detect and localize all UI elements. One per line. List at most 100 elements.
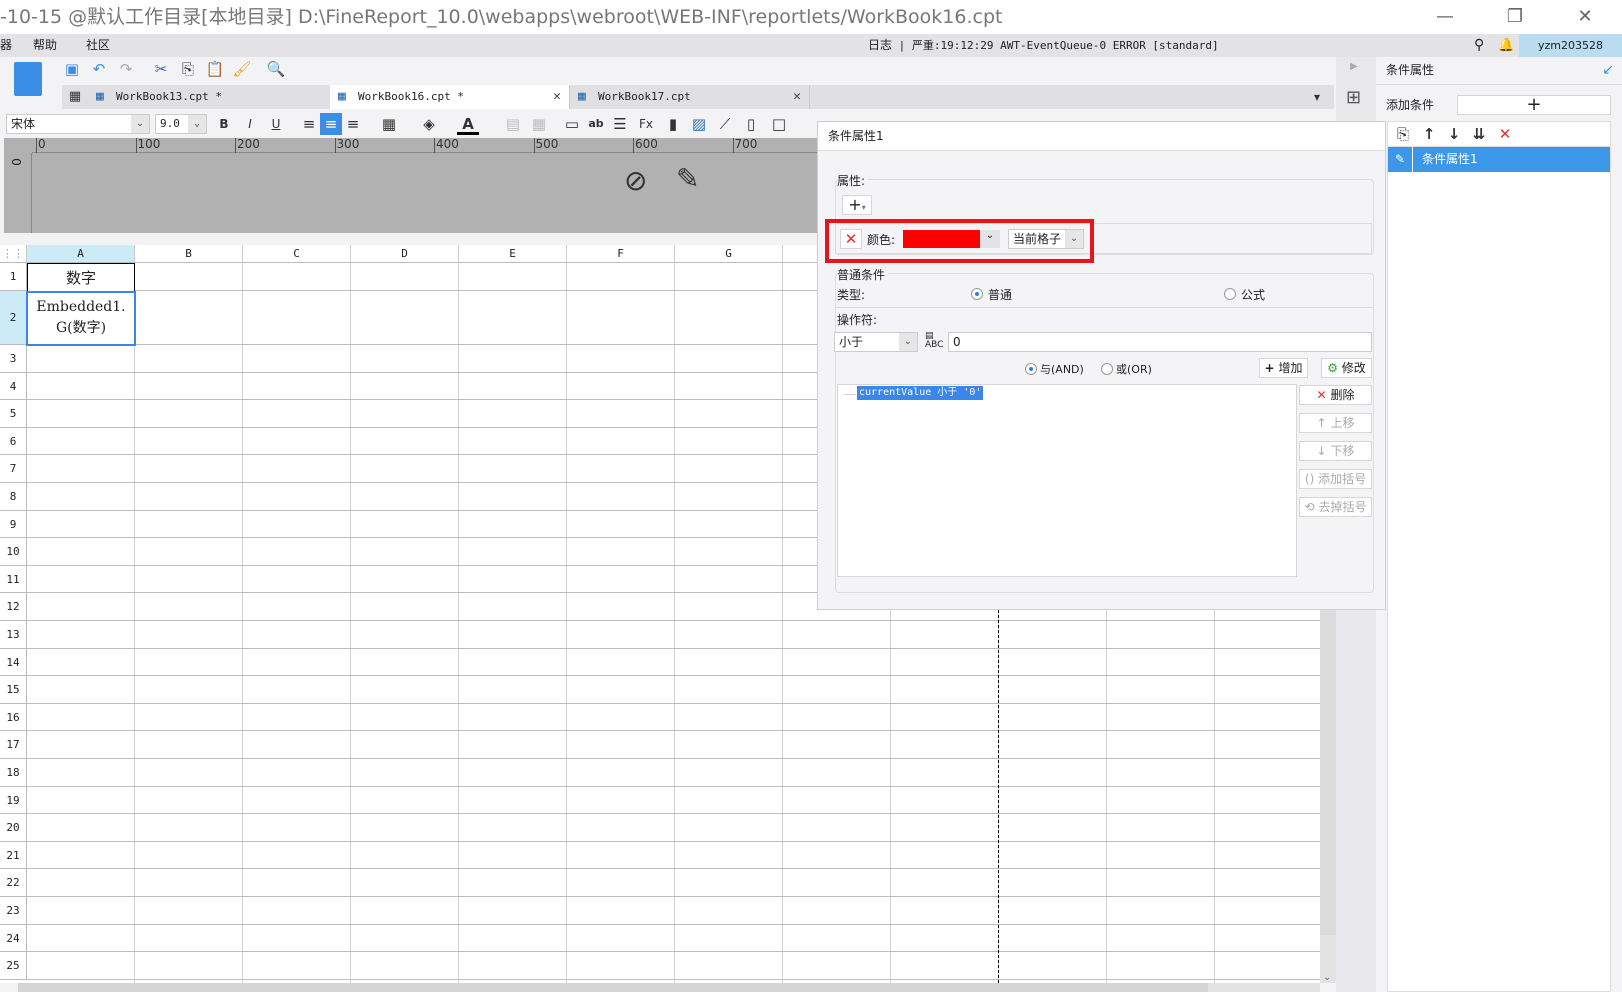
rich-text-icon[interactable]: ☰ [609, 113, 631, 135]
row-header-18[interactable]: 18 [0, 759, 27, 787]
minimize-button[interactable]: — [1422, 0, 1468, 34]
cell-a2[interactable]: Embedded1. G(数字) [26, 291, 136, 346]
close-button[interactable]: ✕ [1562, 0, 1608, 34]
add-attribute-button[interactable]: +▾ [842, 195, 872, 215]
column-header-C[interactable]: C [243, 245, 351, 263]
logic-radio-or[interactable] [1101, 363, 1113, 375]
modify-condition-button[interactable]: ⚙ 修改 [1321, 358, 1372, 378]
column-header-E[interactable]: E [459, 245, 567, 263]
cell-attributes-icon[interactable]: ⊞ [1346, 87, 1361, 108]
font-family-select[interactable]: 宋体 ⌄ [6, 114, 150, 134]
row-header-11[interactable]: 11 [0, 565, 27, 594]
subreport-icon[interactable]: ▯ [740, 113, 762, 135]
image-icon[interactable]: ▨ [688, 113, 710, 135]
select-all-corner[interactable]: ⋮⋮ [0, 245, 27, 263]
text-cell-icon[interactable]: ▭ [561, 113, 583, 135]
row-header-2[interactable]: 2 [0, 291, 27, 345]
column-header-D[interactable]: D [351, 245, 459, 263]
template-preview-icon[interactable] [14, 62, 42, 96]
row-header-22[interactable]: 22 [0, 869, 27, 897]
copy-icon[interactable]: ⎘ [1392, 123, 1414, 145]
chart-icon[interactable]: ▮ [662, 113, 684, 135]
type-radio-normal[interactable] [971, 288, 983, 300]
move-up-button[interactable]: ↑ 上移 [1299, 413, 1372, 433]
column-header-F[interactable]: F [567, 245, 675, 263]
menu-item-community[interactable]: 社区 [86, 34, 110, 57]
tab-workbook16[interactable]: ▦ WorkBook16.cpt * ✕ [330, 85, 570, 109]
row-header-16[interactable]: 16 [0, 703, 27, 732]
merge-cells-icon[interactable]: ▤ [502, 113, 524, 135]
delete-icon[interactable]: ✕ [1494, 123, 1516, 145]
horizontal-scrollbar[interactable] [18, 983, 1320, 992]
align-right-icon[interactable]: ≡ [342, 113, 364, 135]
row-header-10[interactable]: 10 [0, 538, 27, 566]
move-down-icon[interactable]: ↓ [1443, 123, 1465, 145]
save-icon[interactable]: ▣ [61, 58, 83, 80]
cell-a1[interactable]: 数字 [27, 263, 135, 292]
row-header-4[interactable]: 4 [0, 372, 27, 401]
restore-button[interactable]: ❐ [1492, 0, 1538, 34]
move-down-button[interactable]: ↓ 下移 [1299, 441, 1372, 461]
align-center-icon[interactable]: ≡ [320, 113, 342, 135]
formula-icon[interactable]: Fx [635, 113, 657, 135]
row-header-5[interactable]: 5 [0, 400, 27, 428]
apply-checkmark-icon[interactable]: ↙ [1602, 57, 1614, 83]
column-header-G[interactable]: G [675, 245, 783, 263]
expand-arrow-icon[interactable]: ▶ [1350, 61, 1358, 72]
color-swatch[interactable] [903, 230, 980, 248]
font-color-icon[interactable]: A [457, 113, 479, 135]
eye-hidden-icon[interactable]: ⊘ [624, 164, 647, 197]
fill-color-icon[interactable]: ◈ [418, 113, 440, 135]
row-header-24[interactable]: 24 [0, 924, 27, 953]
column-header-B[interactable]: B [135, 245, 243, 263]
bold-icon[interactable]: B [213, 113, 235, 135]
close-tab-icon[interactable]: ✕ [793, 85, 801, 109]
row-header-1[interactable]: 1 [0, 263, 27, 291]
row-header-12[interactable]: 12 [0, 593, 27, 621]
preview-icon[interactable]: 🔍 [265, 58, 287, 80]
type-radio-formula[interactable] [1224, 288, 1236, 300]
undo-icon[interactable]: ↶ [88, 58, 110, 80]
menu-item-server[interactable]: 器 [0, 34, 12, 57]
unmerge-cells-icon[interactable]: ▦ [528, 113, 550, 135]
border-icon[interactable]: ▦ [378, 113, 400, 135]
row-header-8[interactable]: 8 [0, 483, 27, 511]
scope-select[interactable]: 当前格子 ⌄ [1008, 229, 1084, 249]
value-input[interactable]: 0 [948, 332, 1372, 352]
italic-icon[interactable]: I [239, 113, 261, 135]
align-left-icon[interactable]: ≡ [298, 113, 320, 135]
tab-menu-icon[interactable]: ▾ [1306, 86, 1328, 108]
format-painter-icon[interactable]: 🖌 [231, 58, 253, 80]
redo-icon[interactable]: ↷ [115, 58, 137, 80]
delete-condition-button[interactable]: ✕ 删除 [1299, 385, 1372, 405]
remove-parentheses-button[interactable]: ⟲ 去掉括号 [1299, 497, 1372, 517]
row-header-15[interactable]: 15 [0, 676, 27, 704]
user-account[interactable]: yzm203528 [1519, 34, 1622, 57]
cell-element-icon[interactable]: □ [768, 113, 790, 135]
column-header-A[interactable]: A [27, 245, 135, 263]
insert-text-icon[interactable]: ab [585, 113, 607, 135]
slash-icon[interactable]: ⟋ [714, 113, 736, 135]
new-tab-icon[interactable]: ▦ [64, 86, 86, 108]
chevron-down-icon[interactable]: ⌄ [1323, 972, 1331, 983]
bell-icon[interactable]: 🔔 [1498, 34, 1514, 57]
operator-select[interactable]: 小于 ⌄ [834, 332, 918, 352]
menu-item-help[interactable]: 帮助 [33, 34, 57, 57]
row-header-23[interactable]: 23 [0, 897, 27, 925]
row-header-17[interactable]: 17 [0, 731, 27, 759]
logic-radio-and[interactable] [1025, 363, 1037, 375]
paste-icon[interactable]: 📋 [204, 58, 226, 80]
remove-attribute-button[interactable]: ✕ [840, 229, 862, 249]
value-type-icon[interactable]: ▤ ABC [925, 332, 943, 350]
add-condition-button[interactable]: + [1457, 95, 1611, 115]
row-header-21[interactable]: 21 [0, 841, 27, 870]
row-header-7[interactable]: 7 [0, 455, 27, 483]
row-header-25[interactable]: 25 [0, 952, 27, 980]
copy-icon[interactable]: ⎘ [177, 58, 199, 80]
row-header-14[interactable]: 14 [0, 648, 27, 677]
row-header-3[interactable]: 3 [0, 345, 27, 373]
color-dropdown-chevron-icon[interactable]: ⌄ [980, 230, 1000, 248]
close-tab-icon[interactable]: ✕ [553, 85, 561, 109]
move-up-icon[interactable]: ↑ [1418, 123, 1440, 145]
log-status[interactable]: 日志 | 严重:19:12:29 AWT-EventQueue-0 ERROR … [868, 34, 1219, 57]
